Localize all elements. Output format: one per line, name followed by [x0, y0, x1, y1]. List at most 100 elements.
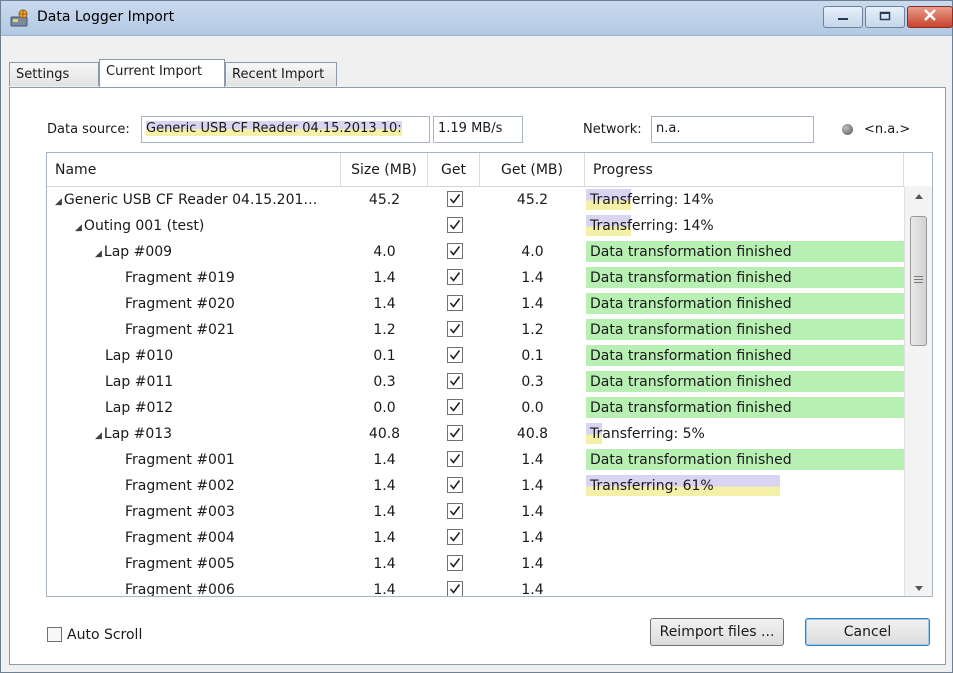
row-get-checkbox[interactable] — [447, 425, 463, 441]
table-header: Name Size (MB) Get Get (MB) Progress — [47, 153, 932, 187]
title-bar[interactable]: Data Logger Import — [1, 1, 953, 36]
cancel-button[interactable]: Cancel — [805, 618, 930, 646]
row-name: Fragment #003 — [125, 504, 235, 520]
close-icon — [923, 9, 937, 25]
row-size: 0.3 — [373, 374, 396, 390]
table-row[interactable]: Fragment #004 1.4 1.4 — [47, 525, 904, 551]
tab-current-import[interactable]: Current Import — [99, 59, 225, 87]
row-progress — [586, 551, 904, 577]
row-get-checkbox[interactable] — [447, 399, 463, 415]
auto-scroll-checkbox[interactable] — [47, 627, 62, 642]
row-progress: Data transformation finished — [586, 369, 904, 395]
row-get-checkbox[interactable] — [447, 295, 463, 311]
progress-text: Data transformation finished — [590, 296, 792, 312]
table-row[interactable]: Fragment #001 1.4 1.4 Data transformation f… — [47, 447, 904, 473]
row-get-checkbox[interactable] — [447, 477, 463, 493]
progress-text: Transferring: 61% — [590, 478, 714, 494]
row-get-checkbox[interactable] — [447, 321, 463, 337]
close-window-button[interactable] — [907, 6, 953, 28]
table-row[interactable]: Fragment #021 1.2 1.2 Data transformation f… — [47, 317, 904, 343]
table-row[interactable]: Fragment #002 1.4 1.4 Transferring: 61% — [47, 473, 904, 499]
row-name: Fragment #006 — [125, 582, 235, 597]
tree-expand-icon[interactable]: ◢ — [55, 197, 62, 207]
row-get-mb: 4.0 — [521, 244, 544, 260]
table-row[interactable]: ◢ Lap #009 4.0 4.0 Data transformation finis… — [47, 239, 904, 265]
row-size: 1.4 — [373, 270, 396, 286]
reimport-files-button[interactable]: Reimport files ... — [650, 618, 784, 646]
column-header-get[interactable]: Get — [428, 153, 480, 186]
row-get-checkbox[interactable] — [447, 373, 463, 389]
row-get-checkbox[interactable] — [447, 347, 463, 363]
row-size: 1.4 — [373, 582, 396, 597]
row-name: ◢ Outing 001 (test) — [75, 218, 205, 234]
progress-text: Data transformation finished — [590, 374, 792, 390]
row-get-mb: 45.2 — [516, 192, 549, 208]
network-status-text: <n.a.> — [864, 122, 911, 137]
row-get-checkbox[interactable] — [447, 191, 463, 207]
maximize-button[interactable] — [865, 6, 905, 28]
transfer-speed-value: 1.19 MB/s — [438, 121, 503, 136]
table-row[interactable]: Fragment #003 1.4 1.4 — [47, 499, 904, 525]
row-name: Lap #011 — [105, 374, 174, 390]
tree-expand-icon[interactable]: ◢ — [95, 431, 102, 441]
progress-text: Transferring: 14% — [590, 192, 714, 208]
row-size: 1.4 — [373, 556, 396, 572]
table-row[interactable]: Lap #012 0.0 0.0 Data transformation finish… — [47, 395, 904, 421]
column-header-progress[interactable]: Progress — [585, 153, 904, 186]
table-row[interactable]: ◢ Outing 001 (test) Transferring: 14% — [47, 213, 904, 239]
row-progress: Transferring: 14% — [586, 213, 904, 239]
minimize-button[interactable] — [823, 6, 863, 28]
row-get-checkbox[interactable] — [447, 503, 463, 519]
table-row[interactable]: Fragment #020 1.4 1.4 Data transformation f… — [47, 291, 904, 317]
row-progress: Data transformation finished — [586, 239, 904, 265]
table-row[interactable]: Fragment #005 1.4 1.4 — [47, 551, 904, 577]
column-header-name[interactable]: Name — [47, 153, 341, 186]
row-name: Lap #010 — [105, 348, 174, 364]
data-source-field[interactable]: Generic USB CF Reader 04.15.2013 10: — [141, 116, 430, 143]
network-field[interactable]: n.a. — [651, 116, 814, 143]
scrollbar-thumb[interactable] — [910, 216, 927, 346]
row-get-checkbox[interactable] — [447, 451, 463, 467]
row-get-checkbox[interactable] — [447, 217, 463, 233]
tree-expand-icon[interactable]: ◢ — [75, 223, 82, 233]
row-get-mb: 0.3 — [521, 374, 544, 390]
row-progress: Data transformation finished — [586, 291, 904, 317]
row-name: Fragment #020 — [125, 296, 235, 312]
row-name: Fragment #002 — [125, 478, 235, 494]
row-get-checkbox[interactable] — [447, 555, 463, 571]
progress-text: Transferring: 5% — [590, 426, 705, 442]
column-header-get-mb[interactable]: Get (MB) — [480, 153, 585, 186]
table-row[interactable]: ◢ Lap #013 40.8 40.8 Transferring: 5% — [47, 421, 904, 447]
table-row[interactable]: Fragment #019 1.4 1.4 Data transformation f… — [47, 265, 904, 291]
row-progress — [586, 525, 904, 551]
network-value: n.a. — [656, 121, 681, 136]
row-progress — [586, 499, 904, 525]
scroll-down-button[interactable] — [905, 578, 932, 596]
table-row[interactable]: Fragment #006 1.4 1.4 — [47, 577, 904, 597]
column-header-size[interactable]: Size (MB) — [341, 153, 428, 186]
table-row[interactable]: Lap #011 0.3 0.3 Data transformation finish… — [47, 369, 904, 395]
progress-text: Data transformation finished — [590, 452, 792, 468]
row-size: 1.4 — [373, 296, 396, 312]
row-get-checkbox[interactable] — [447, 269, 463, 285]
row-progress: Data transformation finished — [586, 395, 904, 421]
row-get-mb: 1.4 — [521, 504, 544, 520]
row-get-mb: 1.2 — [521, 322, 544, 338]
row-size: 0.1 — [373, 348, 396, 364]
row-get-mb: 1.4 — [521, 530, 544, 546]
row-name: ◢ Generic USB CF Reader 04.15.201… — [55, 192, 318, 208]
tab-recent-import[interactable]: Recent Import — [225, 62, 337, 86]
vertical-scrollbar[interactable] — [904, 186, 932, 596]
scroll-up-button[interactable] — [905, 186, 932, 204]
row-get-checkbox[interactable] — [447, 581, 463, 596]
tab-settings[interactable]: Settings — [9, 62, 99, 86]
auto-scroll-label[interactable]: Auto Scroll — [67, 627, 142, 643]
table-row[interactable]: Lap #010 0.1 0.1 Data transformation finish… — [47, 343, 904, 369]
tree-expand-icon[interactable]: ◢ — [95, 249, 102, 259]
row-name: Fragment #021 — [125, 322, 235, 338]
row-progress: Transferring: 14% — [586, 187, 904, 213]
table-row[interactable]: ◢ Generic USB CF Reader 04.15.201… 45.2 45.… — [47, 187, 904, 213]
row-get-checkbox[interactable] — [447, 243, 463, 259]
row-progress — [586, 577, 904, 596]
row-get-checkbox[interactable] — [447, 529, 463, 545]
